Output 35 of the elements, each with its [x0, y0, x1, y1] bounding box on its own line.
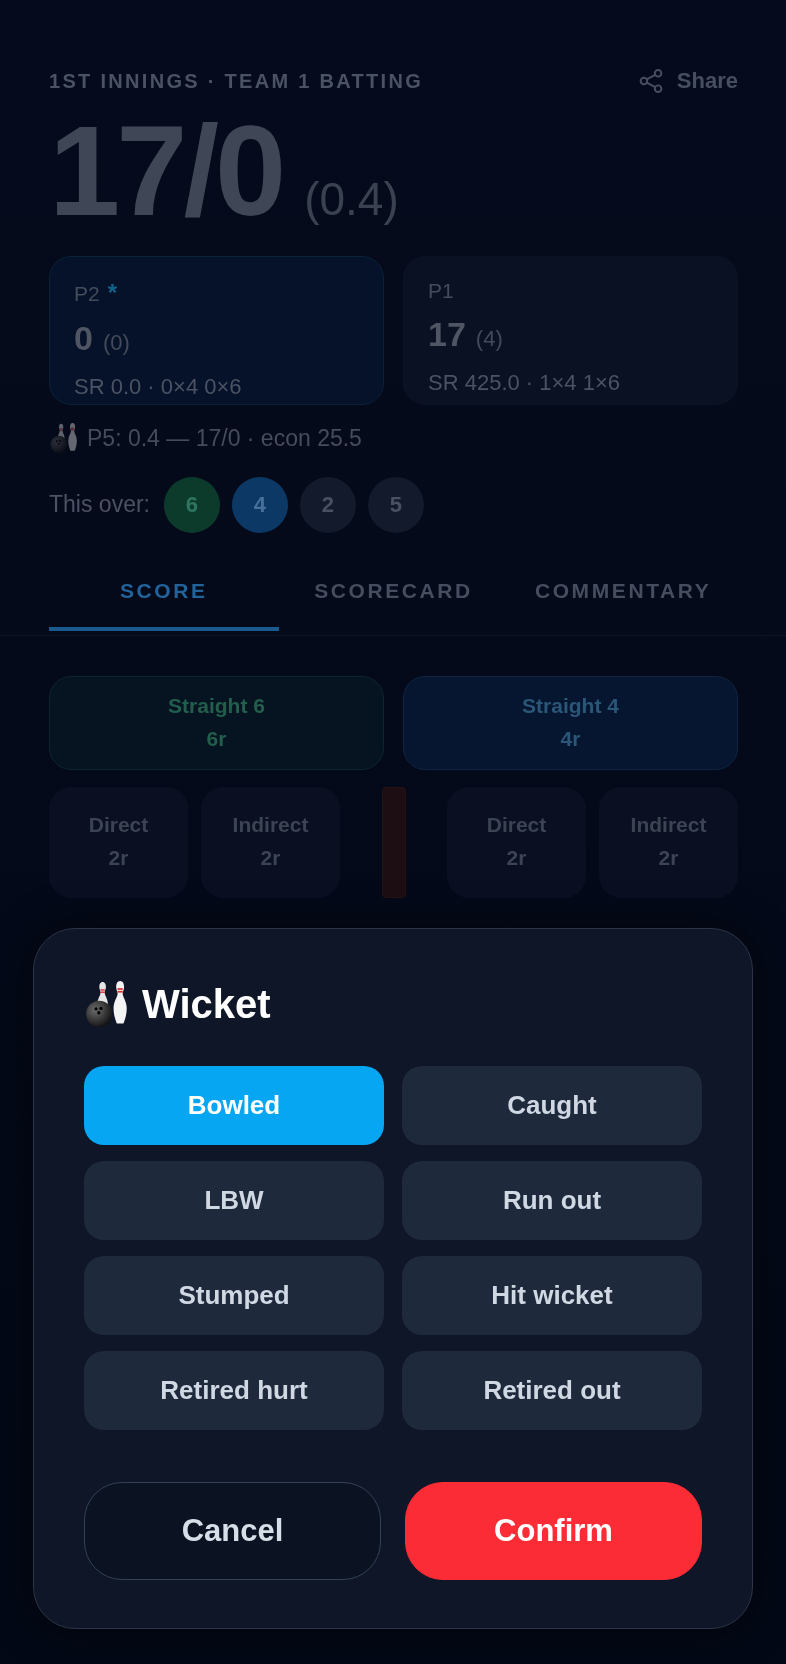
dismissal-option[interactable]: Hit wicket	[402, 1256, 702, 1335]
bowling-icon	[84, 981, 130, 1027]
tab[interactable]: COMMENTARY	[508, 564, 738, 631]
bowling-icon	[49, 423, 79, 454]
batter-balls: (4)	[475, 324, 503, 353]
dialog-title: Wicket	[142, 981, 271, 1027]
dismissal-option[interactable]: Stumped	[84, 1256, 384, 1335]
batter-runs: 17	[428, 313, 466, 355]
innings-label: 1ST INNINGS · TEAM 1 BATTING	[49, 68, 424, 94]
total-score: 17/0	[49, 107, 283, 235]
shot-button[interactable]: Straight 4 4r	[403, 675, 738, 770]
dismissal-option[interactable]: LBW	[84, 1161, 384, 1240]
batter-stats: SR 425.0 · 1×4 1×6	[428, 369, 621, 395]
confirm-button[interactable]: Confirm	[405, 1482, 702, 1580]
dismissal-option[interactable]: Run out	[402, 1161, 702, 1240]
ball-result-chip: 6	[164, 476, 220, 533]
dismissal-option[interactable]: Bowled	[84, 1066, 384, 1145]
dismissal-option[interactable]: Retired hurt	[84, 1351, 384, 1430]
this-over-label: This over:	[49, 490, 150, 520]
strike-marker: *	[107, 278, 118, 308]
share-button[interactable]: Share	[638, 64, 738, 97]
ball-result-chip: 4	[232, 476, 288, 533]
cancel-button[interactable]: Cancel	[84, 1482, 381, 1580]
dismissal-option[interactable]: Caught	[402, 1066, 702, 1145]
batter-balls: (0)	[102, 329, 130, 357]
bowler-figures: P5: 0.4 — 17/0 · econ 25.5	[87, 424, 362, 453]
shot-button[interactable]: Straight 6 6r	[49, 675, 384, 770]
tab[interactable]: SCORE	[49, 564, 279, 631]
batter-name: P2	[74, 281, 100, 307]
batter-runs: 0	[74, 318, 93, 359]
dismissal-option[interactable]: Retired out	[402, 1351, 702, 1430]
share-icon	[638, 68, 663, 93]
batter-stats: SR 0.0 · 0×4 0×6	[74, 374, 242, 399]
batter-name: P1	[428, 278, 454, 304]
tab[interactable]: SCORECARD	[278, 564, 509, 631]
